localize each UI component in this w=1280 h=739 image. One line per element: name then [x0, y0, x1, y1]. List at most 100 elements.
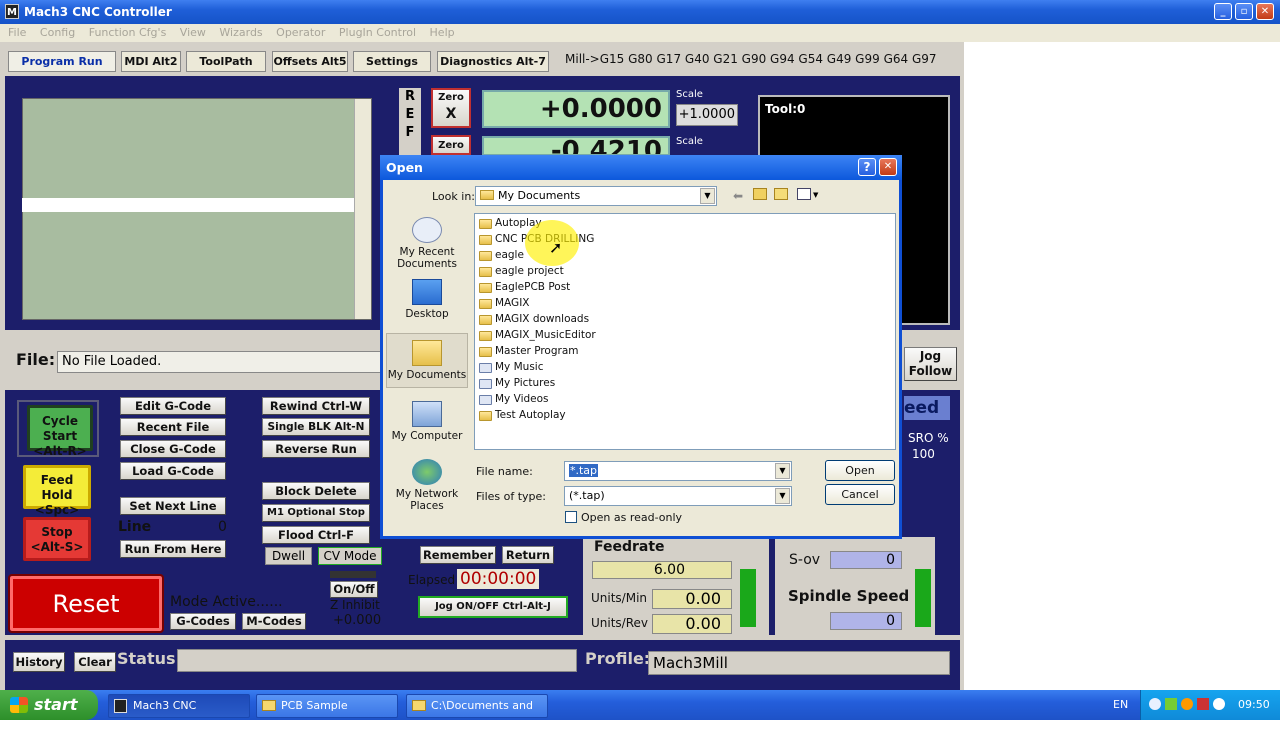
folder-item[interactable]: My Pictures	[479, 376, 555, 391]
edit-gcode-button[interactable]: Edit G-Code	[120, 397, 226, 415]
menu-plugin-control[interactable]: PlugIn Control	[339, 26, 416, 39]
block-delete-button[interactable]: Block Delete	[262, 482, 370, 500]
back-icon[interactable]: ⬅	[733, 189, 743, 203]
minimize-button[interactable]: _	[1214, 3, 1232, 20]
run-from-here-button[interactable]: Run From Here	[120, 540, 226, 558]
place-desktop[interactable]: Desktop	[386, 279, 468, 320]
folder-item[interactable]: EaglePCB Post	[479, 280, 570, 295]
readonly-checkbox[interactable]	[565, 511, 577, 523]
flood-button[interactable]: Flood Ctrl-F	[262, 526, 370, 544]
maximize-button[interactable]: ▫	[1235, 3, 1253, 20]
feedrate-value[interactable]: 6.00	[592, 561, 732, 579]
close-gcode-button[interactable]: Close G-Code	[120, 440, 226, 458]
menu-help[interactable]: Help	[430, 26, 455, 39]
cycle-start-button[interactable]: Cycle Start <Alt-R>	[27, 405, 93, 458]
spindle-slider[interactable]	[913, 567, 933, 629]
file-name-input[interactable]: *.tap ▼	[564, 461, 792, 481]
folder-item[interactable]: MAGIX downloads	[479, 312, 589, 327]
zero-y-button[interactable]: Zero	[431, 135, 471, 155]
tray-bluetooth-icon[interactable]	[1149, 698, 1161, 710]
folder-item[interactable]: Autoplay	[479, 216, 542, 231]
place-network[interactable]: My Network Places	[386, 459, 468, 512]
place-my-documents[interactable]: My Documents	[386, 333, 468, 388]
folder-item[interactable]: My Music	[479, 360, 544, 375]
task-pcb-sample[interactable]: PCB Sample	[256, 694, 398, 718]
task-mach3[interactable]: Mach3 CNC Controller	[108, 694, 250, 734]
place-my-computer[interactable]: My Computer	[386, 401, 468, 442]
reverse-run-button[interactable]: Reverse Run	[262, 440, 370, 458]
start-button[interactable]: start	[0, 690, 98, 720]
view-chevron-icon[interactable]: ▼	[813, 191, 818, 199]
folder-item[interactable]: Test Autoplay	[479, 408, 566, 423]
menu-config[interactable]: Config	[40, 26, 75, 39]
spindle-speed-value[interactable]: 0	[830, 612, 902, 630]
tray-sound-icon[interactable]	[1213, 698, 1225, 710]
return-button[interactable]: Return	[502, 546, 554, 564]
chevron-down-icon[interactable]: ▼	[775, 488, 790, 504]
clear-button[interactable]: Clear	[74, 652, 116, 672]
recent-file-button[interactable]: Recent File	[120, 418, 226, 436]
file-field: No File Loaded.	[57, 351, 387, 373]
feedrate-slider[interactable]	[738, 567, 758, 629]
rewind-button[interactable]: Rewind Ctrl-W	[262, 397, 370, 415]
dialog-close-button[interactable]: ✕	[879, 158, 897, 176]
folder-item[interactable]: My Videos	[479, 392, 549, 407]
folder-item[interactable]: Master Program	[479, 344, 579, 359]
chevron-down-icon[interactable]: ▼	[700, 188, 715, 204]
zero-x-button[interactable]: Zero X	[431, 88, 471, 128]
menu-view[interactable]: View	[180, 26, 206, 39]
tab-settings[interactable]: Settings Alt6	[353, 51, 431, 87]
tab-toolpath[interactable]: ToolPath Alt4	[186, 51, 266, 87]
mcodes-button[interactable]: M-Codes	[242, 613, 306, 630]
menu-operator[interactable]: Operator	[276, 26, 325, 39]
gcodes-button[interactable]: G-Codes	[170, 613, 236, 630]
tab-offsets[interactable]: Offsets Alt5	[272, 51, 348, 72]
menu-file[interactable]: File	[8, 26, 26, 39]
menu-function-cfgs[interactable]: Function Cfg's	[89, 26, 167, 39]
history-button[interactable]: History	[13, 652, 65, 672]
view-menu-icon[interactable]	[797, 188, 811, 200]
tray-antivirus-icon[interactable]	[1197, 698, 1209, 710]
file-list[interactable]: Autoplay CNC PCB DRILLING eagle eagle pr…	[474, 213, 896, 450]
new-folder-icon[interactable]	[774, 188, 788, 200]
tray-update-icon[interactable]	[1181, 698, 1193, 710]
menu-wizards[interactable]: Wizards	[219, 26, 262, 39]
z-inhibit-onoff-button[interactable]: On/Off	[330, 581, 378, 598]
reset-button[interactable]: Reset	[8, 574, 164, 633]
single-block-button[interactable]: Single BLK Alt-N	[262, 418, 370, 436]
feed-hold-button[interactable]: Feed Hold <Spc>	[23, 465, 91, 517]
tab-diagnostics[interactable]: Diagnostics Alt-7	[437, 51, 549, 72]
language-indicator[interactable]: EN	[1113, 690, 1128, 720]
m1-optional-stop-button[interactable]: M1 Optional Stop	[262, 504, 370, 522]
tray-safely-remove-icon[interactable]	[1165, 698, 1177, 710]
y-dro[interactable]: -0.4210	[482, 136, 670, 156]
close-button[interactable]: ✕	[1256, 3, 1274, 20]
up-folder-icon[interactable]	[753, 188, 767, 200]
folder-item[interactable]: CNC PCB DRILLING	[479, 232, 594, 247]
z-inhibit-value[interactable]: +0.000	[333, 613, 381, 628]
scale-x-value[interactable]: +1.0000	[676, 104, 738, 126]
stop-button[interactable]: Stop <Alt-S>	[23, 517, 91, 561]
clock[interactable]: 09:50	[1238, 690, 1270, 720]
folder-item[interactable]: eagle project	[479, 264, 564, 279]
look-in-select[interactable]: My Documents ▼	[475, 186, 717, 206]
cancel-button[interactable]: Cancel	[825, 484, 895, 505]
gcode-scrollbar[interactable]	[354, 99, 371, 319]
x-dro[interactable]: +0.0000	[482, 90, 670, 128]
file-type-select[interactable]: (*.tap) ▼	[564, 486, 792, 506]
folder-item[interactable]: eagle	[479, 248, 524, 263]
chevron-down-icon[interactable]: ▼	[775, 463, 790, 479]
task-documents-folder[interactable]: C:\Documents and Se...	[406, 694, 548, 734]
folder-item[interactable]: MAGIX	[479, 296, 529, 311]
set-next-line-button[interactable]: Set Next Line	[120, 497, 226, 515]
place-recent-documents[interactable]: My Recent Documents	[386, 217, 468, 270]
jog-onoff-button[interactable]: Jog ON/OFF Ctrl-Alt-J	[418, 596, 568, 618]
help-button[interactable]: ?	[858, 158, 876, 176]
tab-program-run[interactable]: Program Run Alt-1	[8, 51, 116, 87]
jog-follow-button[interactable]: Jog Follow	[904, 347, 957, 381]
folder-item[interactable]: MAGIX_MusicEditor	[479, 328, 596, 343]
load-gcode-button[interactable]: Load G-Code	[120, 462, 226, 480]
remember-button[interactable]: Remember	[420, 546, 496, 564]
open-button[interactable]: Open	[825, 460, 895, 481]
tab-mdi[interactable]: MDI Alt2	[121, 51, 181, 72]
